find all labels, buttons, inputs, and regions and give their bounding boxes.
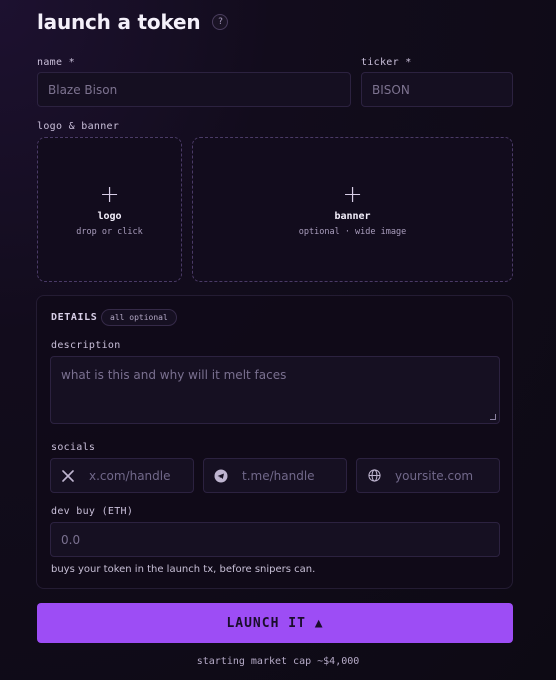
dev-buy-label: dev buy (ETH) <box>51 506 134 517</box>
help-icon[interactable]: ? <box>212 14 229 30</box>
social-x-placeholder: x.com/handle <box>89 468 171 483</box>
telegram-icon <box>214 469 228 483</box>
page-title: launch a token <box>37 10 201 34</box>
logo-dropzone-title: logo <box>97 210 122 222</box>
name-input[interactable]: Blaze Bison <box>37 72 351 107</box>
name-label: name * <box>37 57 75 68</box>
globe-icon <box>367 469 381 483</box>
banner-dropzone[interactable]: + banner optional · wide image <box>192 137 513 282</box>
market-cap-text: starting market cap ~$4,000 <box>196 656 360 667</box>
details-card: DETAILS all optional description what is… <box>36 295 513 589</box>
social-telegram-input[interactable]: t.me/handle <box>203 458 347 493</box>
ticker-placeholder: BISON <box>372 82 410 97</box>
x-icon <box>61 469 75 483</box>
launch-button[interactable]: LAUNCH IT ▲ <box>37 603 513 643</box>
ticker-input[interactable]: BISON <box>361 72 513 107</box>
social-website-input[interactable]: yoursite.com <box>356 458 500 493</box>
dev-buy-hint: buys your token in the launch tx, before… <box>51 564 316 575</box>
logo-dropzone-subtitle: drop or click <box>76 226 143 237</box>
dev-buy-input[interactable]: 0.0 <box>50 522 500 557</box>
social-telegram-placeholder: t.me/handle <box>242 468 315 483</box>
description-textarea[interactable]: what is this and why will it melt faces <box>50 356 500 424</box>
title-row: launch a token ? <box>37 10 229 34</box>
social-website-placeholder: yoursite.com <box>395 468 474 483</box>
resize-grip-icon[interactable] <box>490 414 496 420</box>
banner-dropzone-title: banner <box>334 210 371 222</box>
ticker-label: ticker * <box>361 57 412 68</box>
logo-banner-label: logo & banner <box>37 121 120 132</box>
optional-badge: all optional <box>101 309 177 326</box>
dev-buy-placeholder: 0.0 <box>61 532 81 547</box>
description-placeholder: what is this and why will it melt faces <box>61 368 287 382</box>
banner-dropzone-subtitle: optional · wide image <box>298 226 407 237</box>
description-label: description <box>51 340 121 351</box>
details-heading: DETAILS <box>51 312 98 323</box>
name-placeholder: Blaze Bison <box>48 82 118 97</box>
logo-dropzone[interactable]: + logo drop or click <box>37 137 182 282</box>
socials-label: socials <box>51 442 96 453</box>
plus-icon: + <box>99 179 120 208</box>
plus-icon: + <box>342 179 363 208</box>
social-x-input[interactable]: x.com/handle <box>50 458 194 493</box>
